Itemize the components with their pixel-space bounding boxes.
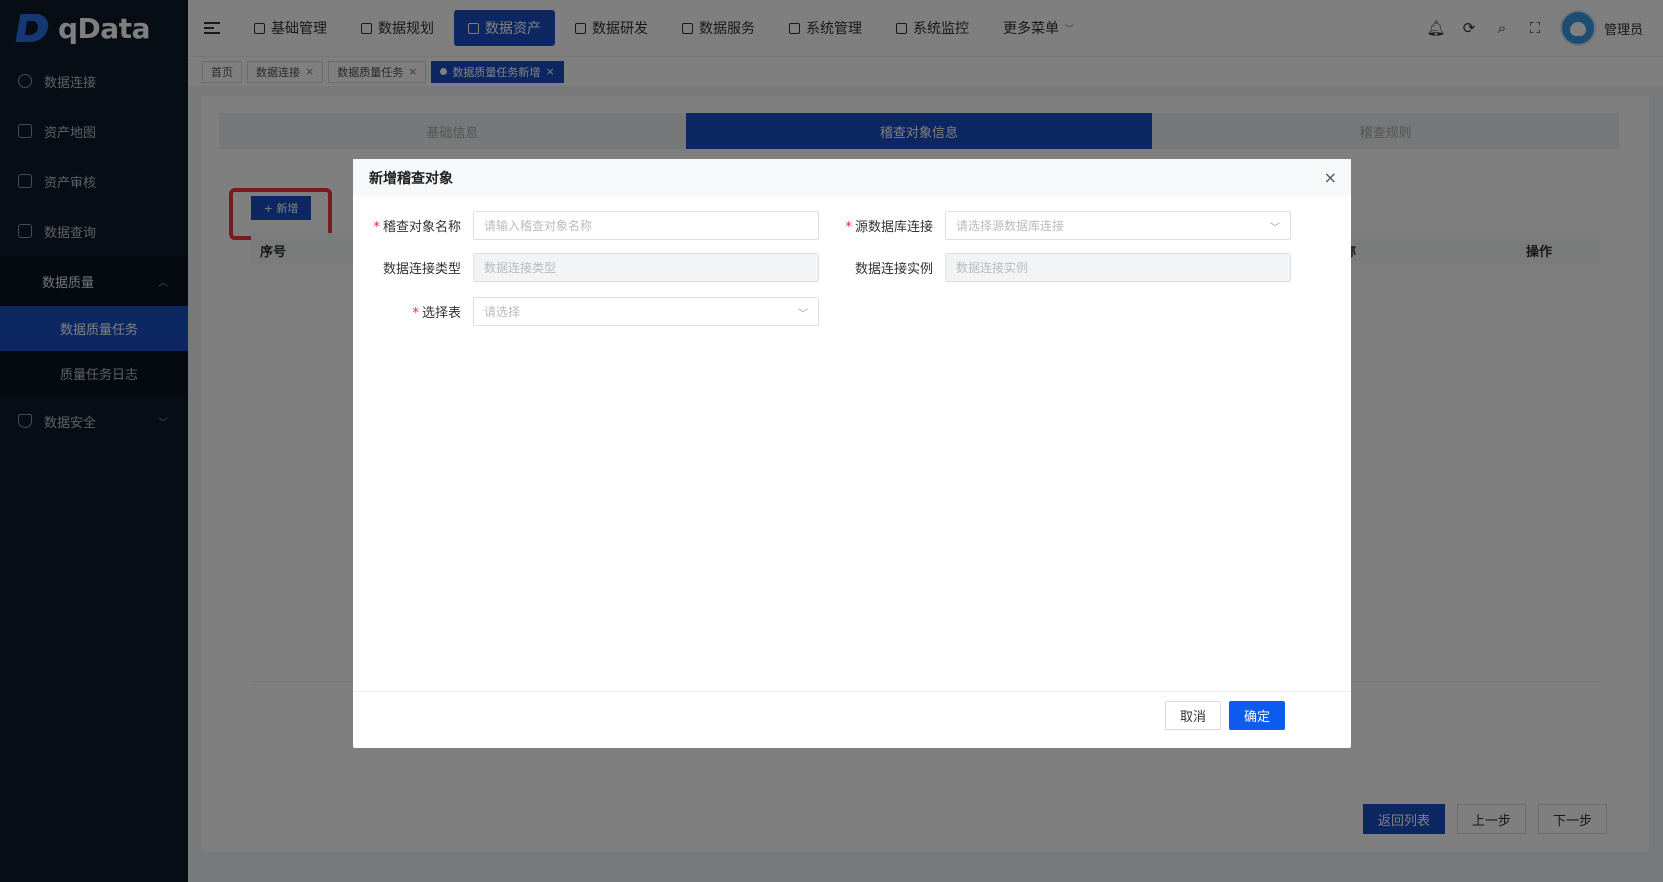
select-placeholder: 请选择 bbox=[484, 305, 521, 319]
object-name-input[interactable]: 请输入稽查对象名称 bbox=[473, 211, 819, 240]
field-label: 数据连接实例 bbox=[854, 262, 933, 277]
required-mark: * bbox=[845, 220, 852, 235]
add-object-modal: 新增稽查对象 × * 稽查对象名称 请输入稽查对象名称 * 源数据库连接 请选择源数… bbox=[353, 159, 1351, 748]
field-label: * 稽查对象名称 bbox=[353, 216, 473, 235]
field-conn-instance: 数据连接实例 数据连接实例 bbox=[825, 253, 1291, 282]
close-icon[interactable]: × bbox=[1324, 168, 1337, 187]
chevron-down-icon: ﹀ bbox=[798, 309, 808, 320]
select-placeholder: 请选择源数据库连接 bbox=[956, 219, 1065, 233]
confirm-button[interactable]: 确定 bbox=[1229, 701, 1286, 730]
field-object-name: * 稽查对象名称 请输入稽查对象名称 bbox=[353, 211, 819, 240]
table-select[interactable]: 请选择 ﹀ bbox=[473, 297, 819, 326]
field-label: 数据连接类型 bbox=[382, 262, 461, 277]
chevron-down-icon: ﹀ bbox=[1270, 223, 1280, 234]
field-table: * 选择表 请选择 ﹀ bbox=[353, 297, 819, 326]
conn-type-input: 数据连接类型 bbox=[473, 253, 819, 282]
field-label: * 选择表 bbox=[353, 302, 473, 321]
field-label-text: 稽查对象名称 bbox=[382, 220, 461, 235]
modal-footer: 取消 确定 bbox=[353, 691, 1351, 748]
field-label: * 源数据库连接 bbox=[825, 216, 945, 235]
field-label-text: 源数据库连接 bbox=[854, 220, 933, 235]
required-mark: * bbox=[373, 220, 380, 235]
field-source-conn: * 源数据库连接 请选择源数据库连接 ﹀ bbox=[825, 211, 1291, 240]
modal-title: 新增稽查对象 bbox=[369, 170, 453, 187]
source-conn-select[interactable]: 请选择源数据库连接 ﹀ bbox=[945, 211, 1291, 240]
required-mark: * bbox=[412, 306, 419, 321]
conn-instance-input: 数据连接实例 bbox=[945, 253, 1291, 282]
field-conn-type: 数据连接类型 数据连接类型 bbox=[353, 253, 819, 282]
field-label-text: 选择表 bbox=[421, 306, 461, 321]
cancel-button[interactable]: 取消 bbox=[1165, 701, 1222, 730]
modal-header: 新增稽查对象 × bbox=[353, 159, 1351, 196]
